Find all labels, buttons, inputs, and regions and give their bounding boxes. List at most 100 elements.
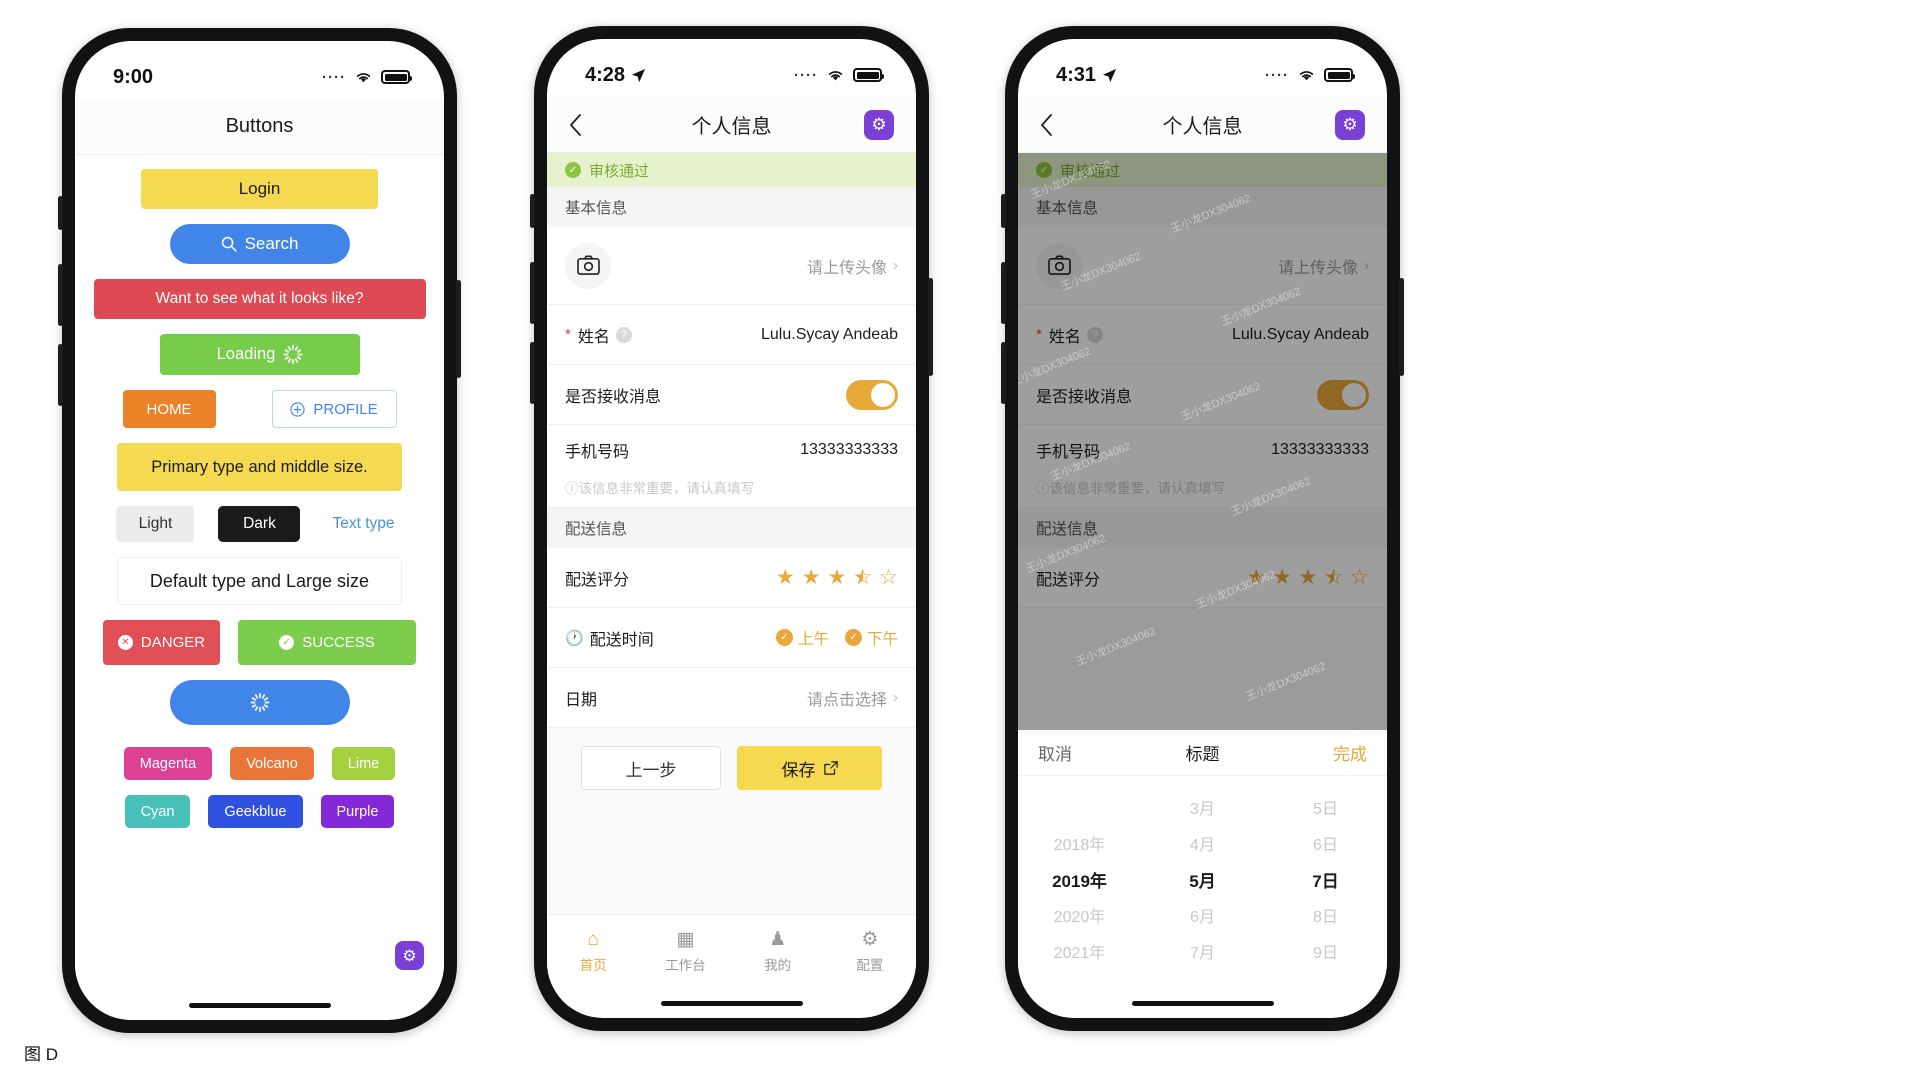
tab-home-label: 首页 <box>579 957 607 973</box>
picker-year-item[interactable]: 2018年 <box>1054 828 1106 864</box>
picker-month-item-selected[interactable]: 5月 <box>1189 864 1215 900</box>
phone-number-value[interactable]: 13333333333 <box>800 441 898 459</box>
phone2-mute-switch[interactable] <box>530 194 535 228</box>
tag-button-lime[interactable]: Lime <box>331 747 396 780</box>
plus-circle-icon <box>290 401 306 417</box>
phone1-power-button[interactable] <box>456 280 461 378</box>
tag-button-geekblue[interactable]: Geekblue <box>208 795 303 828</box>
receive-message-toggle[interactable] <box>846 379 898 410</box>
star-1-filled[interactable]: ★ <box>776 565 795 590</box>
phone2-power-button[interactable] <box>928 278 933 376</box>
picker-column-day[interactable]: 5日 6日 7日 8日 9日 <box>1264 776 1387 988</box>
phone3-navbar-right: ⚙ <box>1335 109 1365 140</box>
previous-step-button[interactable]: 上一步 <box>581 746 721 790</box>
phone2-status-bar: 4:28 ···· <box>547 39 916 97</box>
big-blue-row <box>75 680 444 725</box>
danger-button[interactable]: ✕ DANGER <box>103 620 220 665</box>
phone1-volume-up-button[interactable] <box>58 264 63 326</box>
picker-day-item[interactable]: 9日 <box>1313 936 1338 972</box>
dark-button[interactable]: Dark <box>218 506 301 542</box>
gear-icon[interactable]: ⚙ <box>864 109 894 140</box>
delivery-time-option-am[interactable]: ✓ 上午 <box>775 627 829 649</box>
name-row[interactable]: * 姓名 ? Lulu.Sycay Andeab <box>547 305 916 365</box>
star-3-filled[interactable]: ★ <box>828 565 847 590</box>
name-label: 姓名 <box>577 328 610 346</box>
picker-year-item[interactable]: 2021年 <box>1054 936 1106 972</box>
phone2-status-right: ···· <box>794 67 884 84</box>
profile-button[interactable]: PROFILE <box>271 390 397 428</box>
gear-icon[interactable]: ⚙ <box>395 941 424 970</box>
phone3-mute-switch[interactable] <box>1001 194 1006 228</box>
phone2-navbar-right: ⚙ <box>864 109 894 140</box>
date-value[interactable]: 请点击选择 › <box>807 686 898 710</box>
tag-button-cyan[interactable]: Cyan <box>124 795 191 828</box>
light-button[interactable]: Light <box>116 506 195 542</box>
star-4-half[interactable]: ★☆ <box>853 565 872 590</box>
phone3-volume-up-button[interactable] <box>1001 262 1006 324</box>
picker-month-item[interactable]: 7月 <box>1190 936 1215 972</box>
picker-column-month[interactable]: 3月 4月 5月 6月 7月 <box>1141 776 1264 988</box>
phone2-volume-down-button[interactable] <box>530 342 535 404</box>
delivery-rating-label: 配送评分 <box>565 571 630 589</box>
picker-year-item[interactable]: 2020年 <box>1054 900 1106 936</box>
success-button[interactable]: ✓ SUCCESS <box>238 620 416 665</box>
phone-3-frame: 4:31 ···· 个人信息 ⚙ ✓ 审核通过 基本信息 请上传头像 › * 姓… <box>1001 26 1404 1031</box>
tab-home[interactable]: ⌂ 首页 <box>547 930 639 974</box>
tab-settings[interactable]: ⚙ 配置 <box>824 930 916 974</box>
avatar-upload-label: 请上传头像 <box>806 259 887 277</box>
back-icon[interactable] <box>569 113 609 136</box>
question-circle-icon[interactable]: ? <box>615 326 632 343</box>
phone3-power-button[interactable] <box>1399 278 1404 376</box>
tab-workbench[interactable]: ▦ 工作台 <box>639 930 731 974</box>
login-button[interactable]: Login <box>141 169 378 209</box>
avatar-upload-value[interactable]: 请上传头像 › <box>807 254 898 278</box>
avatar-row[interactable]: 请上传头像 › <box>547 227 916 305</box>
picker-day-item[interactable]: 6日 <box>1313 828 1338 864</box>
phone1-navbar: chevron-left-icon Buttons <box>75 99 444 155</box>
danger-button-label: DANGER <box>140 634 206 651</box>
picker-year-item-selected[interactable]: 2019年 <box>1052 864 1107 900</box>
picker-month-item[interactable]: 6月 <box>1190 900 1215 936</box>
tab-mine[interactable]: ♟ 我的 <box>732 930 824 974</box>
picker-day-item[interactable]: 5日 <box>1313 792 1338 828</box>
star-5-empty[interactable]: ☆ <box>879 565 898 590</box>
phone-number-row[interactable]: 手机号码 13333333333 <box>547 425 916 477</box>
phone2-volume-up-button[interactable] <box>530 262 535 324</box>
star-2-filled[interactable]: ★ <box>802 565 821 590</box>
back-icon[interactable] <box>1040 113 1080 136</box>
picker-month-item[interactable]: 4月 <box>1190 828 1215 864</box>
date-row[interactable]: 日期 请点击选择 › <box>547 668 916 728</box>
save-button[interactable]: 保存 <box>737 746 882 790</box>
rating-stars[interactable]: ★ ★ ★ ★☆ ☆ <box>776 565 898 590</box>
primary-middle-button[interactable]: Primary type and middle size. <box>117 443 402 491</box>
gear-icon[interactable]: ⚙ <box>1335 109 1365 140</box>
name-value[interactable]: Lulu.Sycay Andeab <box>761 326 898 344</box>
search-icon <box>221 236 237 252</box>
user-icon: ♟ <box>769 928 787 950</box>
picker-done-button[interactable]: 完成 <box>1333 740 1367 765</box>
battery-icon <box>381 70 412 84</box>
tag-button-volcano[interactable]: Volcano <box>230 747 314 780</box>
phone1-mute-switch[interactable] <box>58 196 63 230</box>
big-blue-loading-button[interactable] <box>169 680 350 725</box>
tag-button-purple[interactable]: Purple <box>320 795 395 828</box>
phone3-screen: 4:31 ···· 个人信息 ⚙ ✓ 审核通过 基本信息 请上传头像 › * 姓… <box>1018 39 1387 1018</box>
phone1-volume-down-button[interactable] <box>58 344 63 406</box>
delivery-time-option-pm[interactable]: ✓ 下午 <box>844 627 898 649</box>
phone3-volume-down-button[interactable] <box>1001 342 1006 404</box>
picker-day-item[interactable]: 8日 <box>1313 900 1338 936</box>
picker-cancel-button[interactable]: 取消 <box>1038 740 1072 765</box>
phone1-status-left: 9:00 <box>113 66 153 89</box>
loading-button[interactable]: Loading <box>159 334 360 375</box>
picker-day-item-selected[interactable]: 7日 <box>1312 864 1338 900</box>
default-large-button[interactable]: Default type and Large size <box>117 557 402 605</box>
spinner-icon <box>250 693 269 712</box>
home-button[interactable]: HOME <box>122 390 216 428</box>
picker-month-item[interactable]: 3月 <box>1190 792 1215 828</box>
tag-button-magenta[interactable]: Magenta <box>123 747 213 780</box>
phone3-home-indicator <box>1018 988 1387 1018</box>
search-button[interactable]: Search <box>169 224 350 264</box>
picker-column-year[interactable]: 2018年 2019年 2020年 2021年 <box>1018 776 1141 988</box>
text-type-button[interactable]: Text type <box>324 515 402 533</box>
want-to-see-button[interactable]: Want to see what it looks like? <box>93 279 426 319</box>
